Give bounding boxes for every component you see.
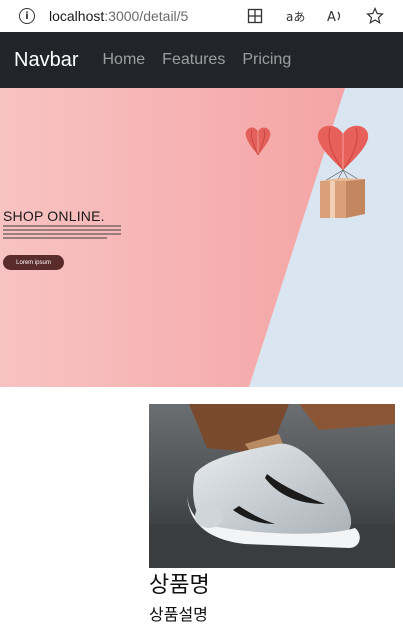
nav-link-features[interactable]: Features xyxy=(162,51,225,69)
url-host: localhost xyxy=(49,8,105,24)
favorite-icon[interactable] xyxy=(355,0,395,32)
navbar: Navbar Home Features Pricing xyxy=(0,32,403,88)
tab-icon[interactable] xyxy=(235,0,275,32)
large-heart-balloon xyxy=(317,125,369,171)
svg-text:A: A xyxy=(327,10,336,24)
svg-text:aあ: aあ xyxy=(286,10,305,24)
nav-links: Home Features Pricing xyxy=(102,51,291,69)
small-heart-balloon xyxy=(245,127,271,156)
text-icon[interactable]: A xyxy=(315,0,355,32)
url-path: :3000/detail/5 xyxy=(104,8,189,24)
hero-cta-button[interactable]: Lorem ipsum xyxy=(3,255,64,270)
product-description: 상품설명 xyxy=(149,605,208,624)
product-title: 상품명 xyxy=(149,573,210,598)
site-info-icon[interactable]: i xyxy=(19,8,35,24)
hero-banner: SHOP ONLINE. Lorem ipsum xyxy=(0,88,403,387)
parcel-box xyxy=(320,178,365,218)
nav-link-pricing[interactable]: Pricing xyxy=(242,51,291,69)
product-image xyxy=(149,404,395,568)
browser-toolbar: aあ A xyxy=(235,0,395,32)
read-aloud-icon[interactable]: aあ xyxy=(275,0,315,32)
nav-link-home[interactable]: Home xyxy=(102,51,145,69)
hero-body-text xyxy=(3,225,121,241)
url-field[interactable]: localhost:3000/detail/5 xyxy=(49,8,188,24)
navbar-brand[interactable]: Navbar xyxy=(14,49,78,72)
browser-address-bar: i localhost:3000/detail/5 aあ A xyxy=(0,0,403,33)
hero-headline: SHOP ONLINE. xyxy=(3,208,105,224)
sneaker-photo xyxy=(149,404,395,568)
